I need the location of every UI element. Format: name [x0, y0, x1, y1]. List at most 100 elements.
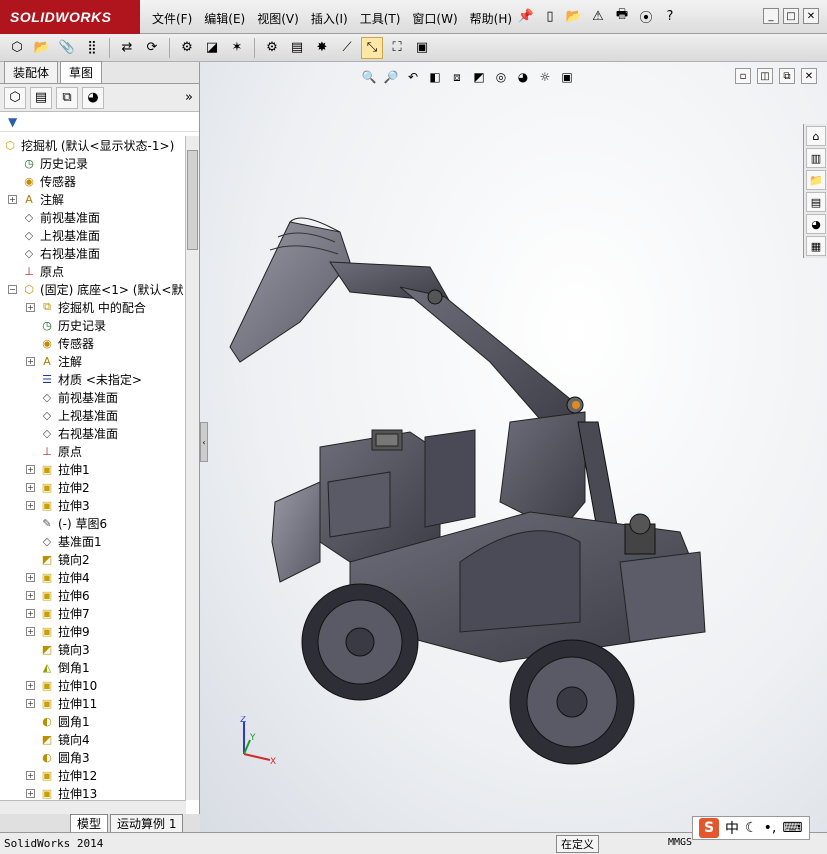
mate-icon[interactable]: 📎 [56, 37, 78, 59]
expand-toggle-icon[interactable]: − [8, 284, 17, 294]
expand-toggle-icon[interactable]: + [26, 680, 35, 690]
tree-node[interactable]: + ▣ 拉伸1 [0, 460, 186, 478]
tree-node[interactable]: ◩ 镜向2 [0, 550, 186, 568]
tree-node[interactable]: ☰ 材质 <未指定> [0, 370, 186, 388]
tree-vertical-scrollbar[interactable] [185, 136, 199, 800]
print-icon[interactable]: 🖶 [612, 6, 632, 26]
tree-node[interactable]: ◇ 前视基准面 [0, 208, 186, 226]
sogou-ime-icon[interactable]: S [699, 818, 719, 838]
tree-node[interactable]: ◇ 前视基准面 [0, 388, 186, 406]
tree-node[interactable]: ◩ 镜向3 [0, 640, 186, 658]
feature-manager-icon[interactable]: ⬡ [4, 86, 26, 109]
expand-toggle-icon[interactable]: + [8, 194, 17, 204]
expand-toggle-icon[interactable]: + [26, 500, 35, 510]
tree-node[interactable]: + ▣ 拉伸12 [0, 766, 186, 784]
explode-icon[interactable]: ✶ [226, 37, 248, 59]
tree-node[interactable]: + ▣ 拉伸11 [0, 694, 186, 712]
instant3d-icon[interactable]: ⤡ [361, 36, 383, 59]
tab-sketch[interactable]: 草图 [60, 61, 103, 83]
restore-icon[interactable]: □ [783, 8, 799, 24]
tree-node[interactable]: + ▣ 拉伸13 [0, 784, 186, 800]
tree-node[interactable]: ◇ 基准面1 [0, 532, 186, 550]
tree-node[interactable]: ✎ (-) 草图6 [0, 514, 186, 532]
expand-arrows-icon[interactable]: » [185, 90, 193, 105]
help-icon[interactable]: ? [660, 6, 680, 26]
moon-icon[interactable]: ☾ [745, 820, 758, 836]
tree-node[interactable]: ◉ 传感器 [0, 334, 186, 352]
tree-node[interactable]: + ▣ 拉伸4 [0, 568, 186, 586]
tree-node[interactable]: − ⬡ (固定) 底座<1> (默认<默 [0, 280, 186, 298]
tree-node[interactable]: ⊥ 原点 [0, 442, 186, 460]
menu-tools[interactable]: 工具(T) [356, 8, 405, 29]
tree-node[interactable]: ◩ 镜向4 [0, 730, 186, 748]
tree-node[interactable]: ◇ 上视基准面 [0, 406, 186, 424]
configuration-manager-icon[interactable]: ⧉ [56, 86, 78, 109]
menu-help[interactable]: 帮助(H) [466, 8, 516, 29]
smart-fastener-icon[interactable]: ⚙ [176, 37, 198, 59]
tree-node[interactable]: ◉ 传感器 [0, 172, 186, 190]
keyboard-icon[interactable]: ⌨ [782, 820, 802, 836]
warning-icon[interactable]: ⚠ [588, 6, 608, 26]
bill-of-materials-icon[interactable]: ▤ [286, 37, 308, 59]
tree-root[interactable]: ⬡ 挖掘机 (默认<显示状态-1>) [0, 136, 186, 154]
insert-component-icon[interactable]: ⬡ [6, 37, 28, 59]
expand-toggle-icon[interactable]: + [26, 608, 35, 618]
expand-toggle-icon[interactable]: + [26, 770, 35, 780]
tree-node[interactable]: + ▣ 拉伸10 [0, 676, 186, 694]
excavator-3d-model[interactable] [200, 62, 827, 832]
move-component-icon[interactable]: ⇄ [116, 37, 138, 59]
snapshot-icon[interactable]: ⛶ [386, 37, 408, 59]
tree-node[interactable]: ⊥ 原点 [0, 262, 186, 280]
menu-view[interactable]: 视图(V) [253, 8, 303, 29]
property-manager-icon[interactable]: ▤ [30, 86, 52, 109]
tab-model[interactable]: 模型 [70, 813, 109, 833]
expand-toggle-icon[interactable]: + [26, 464, 35, 474]
traffic-light-icon[interactable]: ⦿ [636, 6, 656, 26]
tree-node[interactable]: + ▣ 拉伸9 [0, 622, 186, 640]
display-manager-icon[interactable]: ◕ [82, 86, 104, 109]
tree-node[interactable]: ◇ 上视基准面 [0, 226, 186, 244]
tree-node[interactable]: + ▣ 拉伸2 [0, 478, 186, 496]
ime-language[interactable]: 中 [725, 818, 739, 838]
expand-toggle-icon[interactable]: + [26, 572, 35, 582]
reference-geometry-icon[interactable]: ◪ [201, 37, 223, 59]
status-units[interactable]: MMGS [668, 837, 692, 848]
expand-toggle-icon[interactable]: + [26, 302, 35, 312]
new-document-icon[interactable]: ▯ [540, 6, 560, 26]
tree-node[interactable]: ◇ 右视基准面 [0, 424, 186, 442]
gear-icon[interactable]: ⚙ [261, 37, 283, 59]
menu-file[interactable]: 文件(F) [148, 8, 196, 29]
expand-toggle-icon[interactable]: + [26, 482, 35, 492]
tree-node[interactable]: + ▣ 拉伸3 [0, 496, 186, 514]
scroll-thumb[interactable] [187, 150, 198, 250]
tree-node[interactable]: + A 注解 [0, 190, 186, 208]
menu-insert[interactable]: 插入(I) [307, 8, 352, 29]
menu-window[interactable]: 窗口(W) [408, 8, 461, 29]
pattern-icon[interactable]: ⣿ [81, 37, 103, 59]
tree-node[interactable]: ◐ 圆角3 [0, 748, 186, 766]
minimize-icon[interactable]: _ [763, 8, 779, 24]
menu-edit[interactable]: 编辑(E) [200, 8, 249, 29]
graphics-area[interactable]: ‹ 🔍 🔎 ↶ ◧ ⧈ ◩ ◎ ◕ ☼ ▣ ▫ ◫ ⧉ ✕ ⌂ ▥ 📁 ▤ ◕ … [200, 62, 827, 832]
rotate-component-icon[interactable]: ⟳ [141, 37, 163, 59]
options-icon[interactable]: ▣ [411, 37, 433, 59]
expand-toggle-icon[interactable]: + [26, 626, 35, 636]
expand-toggle-icon[interactable]: + [26, 698, 35, 708]
expand-toggle-icon[interactable]: + [26, 590, 35, 600]
pin-icon[interactable]: 📌 [516, 6, 536, 26]
status-definition[interactable]: 在定义 [556, 835, 599, 853]
app-logo[interactable]: SOLIDWORKS [0, 0, 140, 34]
tree-node[interactable]: ◭ 倒角1 [0, 658, 186, 676]
expand-toggle-icon[interactable]: + [26, 788, 35, 798]
tree-node[interactable]: ◐ 圆角1 [0, 712, 186, 730]
tree-horizontal-scrollbar[interactable] [0, 800, 186, 814]
hide-show-icon[interactable]: ⟋ [336, 37, 358, 59]
punctuation-icon[interactable]: •, [764, 820, 777, 836]
tree-node[interactable]: ◷ 历史记录 [0, 154, 186, 172]
tree-node[interactable]: + A 注解 [0, 352, 186, 370]
tree-node[interactable]: + ▣ 拉伸7 [0, 604, 186, 622]
tab-motion-study[interactable]: 运动算例 1 [110, 813, 184, 833]
open-folder-icon[interactable]: 📂 [564, 6, 584, 26]
filter-icon[interactable]: ▼ [8, 115, 17, 129]
tree-node[interactable]: + ⧉ 挖掘机 中的配合 [0, 298, 186, 316]
